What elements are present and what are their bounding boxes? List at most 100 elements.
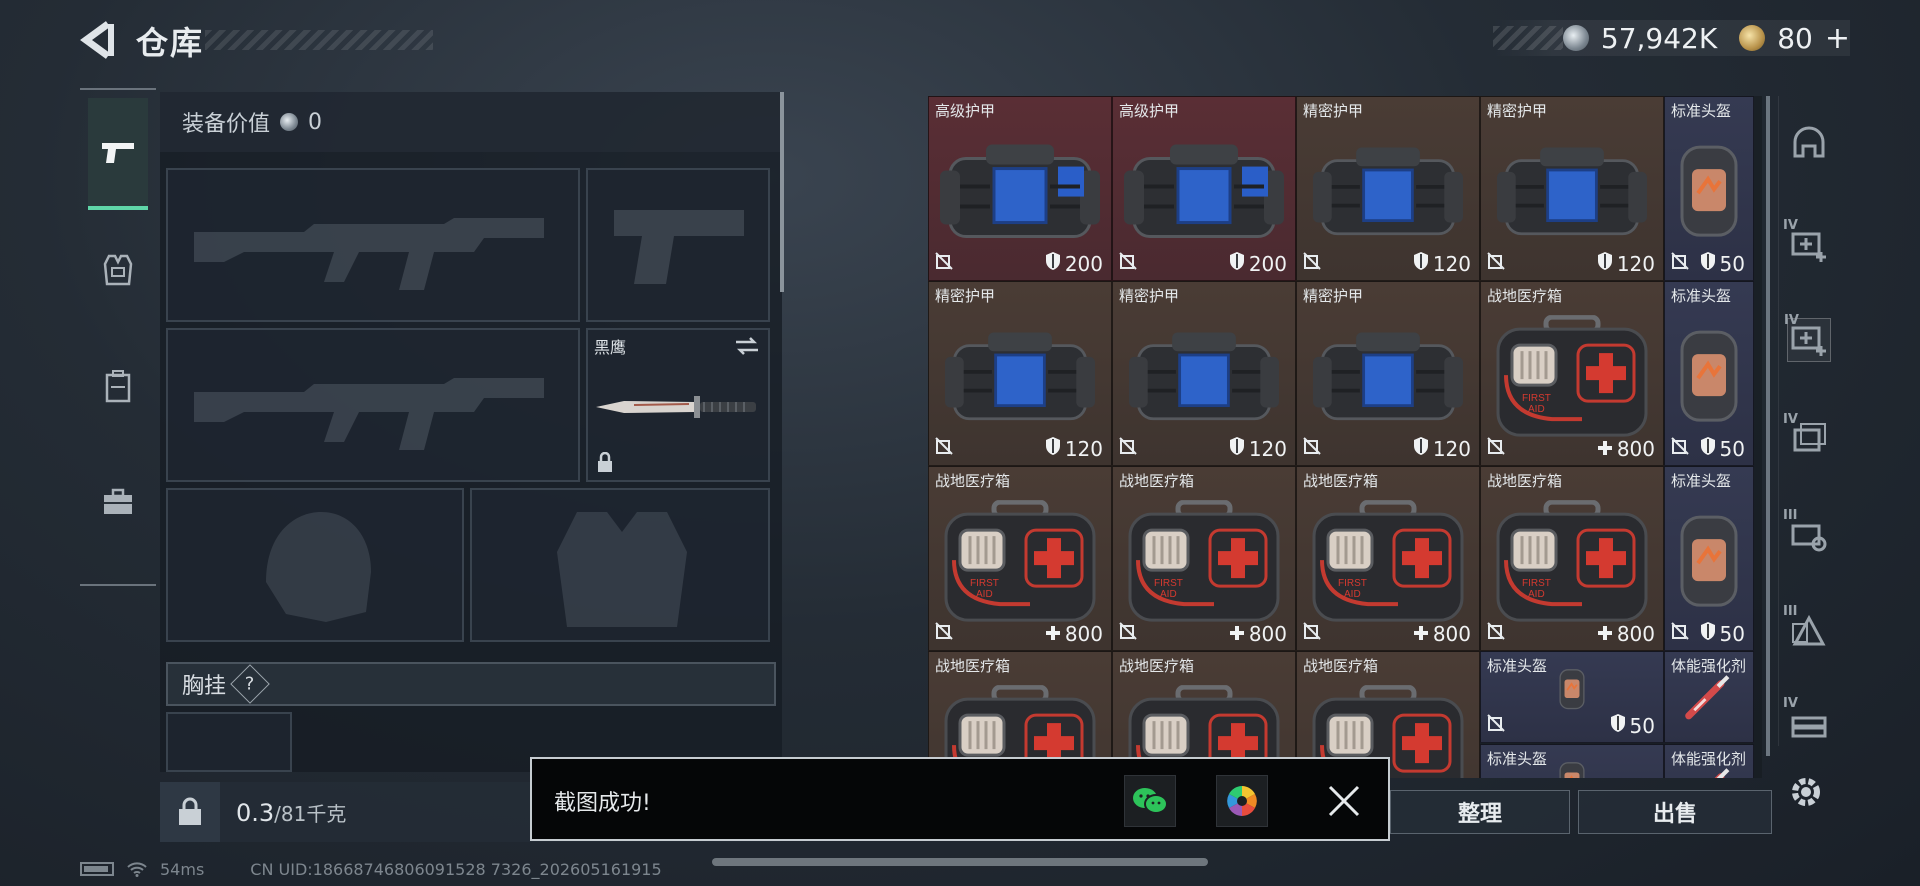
inventory-item[interactable]: 标准头盔 50 <box>1664 96 1754 281</box>
shield-icon <box>1413 437 1428 455</box>
equipment-value-row: 装备价值 0 <box>160 92 780 152</box>
item-image <box>1685 671 1734 723</box>
item-stat: 50 <box>1700 621 1745 646</box>
medkit-icon: FIRST AID <box>1128 499 1280 622</box>
currency-bar: 57,942K 80 + <box>1492 20 1850 56</box>
item-stat: 50 <box>1700 251 1745 276</box>
settings-button[interactable] <box>1786 772 1826 812</box>
weight-lock-button[interactable] <box>160 782 220 842</box>
nav-armor[interactable] <box>88 214 148 326</box>
filter-medkit-add-button[interactable]: IV <box>1783 218 1831 268</box>
nav-weapons[interactable] <box>88 98 148 210</box>
item-name: 标准头盔 <box>1671 102 1732 120</box>
item-stat: 800 <box>1229 622 1287 646</box>
tier-label: IV <box>1783 696 1798 711</box>
aperture-icon <box>1227 786 1257 816</box>
inventory-item[interactable]: 精密护甲 120 <box>1296 281 1480 466</box>
share-wechat-button[interactable] <box>1124 775 1176 827</box>
inventory-item[interactable]: 精密护甲 120 <box>928 281 1112 466</box>
inventory-item[interactable]: 战地医疗箱 FIRST AID 800 <box>1480 281 1664 466</box>
weight-icon <box>179 797 201 825</box>
filter-stack-button[interactable]: IV <box>1783 696 1831 746</box>
inventory-item[interactable]: 战地医疗箱 FIRST AID 800 <box>928 466 1112 651</box>
inventory-item[interactable]: 标准头盔 <box>1480 743 1664 778</box>
inventory-item[interactable]: 体能强化剂 <box>1664 651 1754 743</box>
filter-helmet-button[interactable] <box>1787 126 1831 170</box>
inventory-item[interactable]: 高级护甲 200 <box>928 96 1112 281</box>
help-icon: ? <box>245 673 255 695</box>
inventory-item[interactable]: 标准头盔 50 <box>1664 281 1754 466</box>
chest-rig-slot[interactable] <box>166 712 292 772</box>
back-button[interactable] <box>78 18 118 62</box>
filter-medkit-add-button[interactable]: IV <box>1784 313 1831 362</box>
inventory-item[interactable]: 战地医疗箱 FIRST AID 800 <box>1112 466 1296 651</box>
helmet-silhouette-icon <box>266 512 371 622</box>
filter-cards-button[interactable]: IV <box>1783 412 1831 462</box>
inventory-item[interactable]: 精密护甲 120 <box>1296 96 1480 281</box>
inventory-item[interactable]: 标准头盔 50 <box>1664 466 1754 651</box>
item-image <box>940 136 1100 250</box>
item-image: FIRST AID <box>1308 499 1468 628</box>
plus-icon <box>1413 622 1429 646</box>
pistol-silhouette-icon <box>614 210 744 284</box>
chest-rig-row[interactable]: 胸挂 ? <box>166 662 776 706</box>
filter-triangle-button[interactable]: III <box>1783 604 1831 654</box>
item-stat: 800 <box>1597 437 1655 461</box>
inventory-grid: 高级护甲 200 高级护甲 200 精密护甲 120 精密护甲 120 标准头盔… <box>928 96 1762 778</box>
item-image <box>1674 511 1744 615</box>
medkit-icon: FIRST AID <box>1312 499 1464 622</box>
inventory-item[interactable]: 标准头盔 50 <box>1480 651 1664 743</box>
inventory-item[interactable]: 战地医疗箱 FIRST AID 800 <box>1480 466 1664 651</box>
add-currency-button[interactable]: + <box>1825 21 1850 56</box>
close-toast-button[interactable] <box>1324 781 1364 821</box>
inventory-item[interactable]: 体能强化剂 <box>1664 743 1754 778</box>
item-image <box>945 321 1095 435</box>
item-stat: 200 <box>1045 251 1103 276</box>
no-insure-icon <box>1119 252 1137 270</box>
inventory-item[interactable]: 战地医疗箱 FIRST AID 800 <box>1296 466 1480 651</box>
inventory-item[interactable]: 高级护甲 200 <box>1112 96 1296 281</box>
ping-value: 54ms <box>160 859 205 879</box>
sidearm-slot[interactable] <box>586 168 770 322</box>
help-button[interactable]: ? <box>230 664 270 704</box>
plus-icon <box>1045 626 1060 640</box>
secondary-weapon-slot[interactable] <box>166 328 580 482</box>
item-stat-value: 120 <box>1432 436 1471 461</box>
home-indicator[interactable] <box>712 858 1208 866</box>
inventory-scrollbar[interactable] <box>1766 96 1770 756</box>
filter-key-button[interactable]: III <box>1783 508 1831 558</box>
item-stat-value: 120 <box>1064 436 1103 461</box>
item-stat-value: 120 <box>1432 251 1471 276</box>
svg-text:AID: AID <box>976 589 993 600</box>
armor-slot[interactable] <box>470 488 770 642</box>
melee-slot[interactable]: 黑鹰 <box>586 328 770 482</box>
item-stat-value: 120 <box>1248 436 1287 461</box>
swap-icon[interactable] <box>734 336 760 356</box>
no-insure-icon <box>1487 437 1505 455</box>
helmet-icon <box>1680 145 1738 237</box>
loadout-scrollbar[interactable] <box>780 92 784 292</box>
share-moments-button[interactable] <box>1216 775 1268 827</box>
sell-button[interactable]: 出售 <box>1578 790 1772 834</box>
item-name: 标准头盔 <box>1487 657 1548 675</box>
organize-button[interactable]: 整理 <box>1390 790 1570 834</box>
item-image <box>1557 760 1588 778</box>
uninsured-marker <box>1671 437 1689 459</box>
helmet-icon <box>1789 126 1829 170</box>
item-stat-value: 800 <box>1616 437 1655 461</box>
uninsured-marker <box>1487 714 1505 736</box>
no-insure-icon <box>1303 437 1321 455</box>
plus-icon <box>1045 622 1061 646</box>
item-stat-value: 50 <box>1719 436 1745 461</box>
helmet-slot[interactable] <box>166 488 464 642</box>
nav-backpack[interactable] <box>88 330 148 442</box>
knife-icon <box>596 396 756 418</box>
battery-icon <box>80 862 114 876</box>
inventory-item[interactable]: 精密护甲 120 <box>1480 96 1664 281</box>
shield-icon <box>1045 437 1060 455</box>
currency-decoration <box>1492 26 1563 50</box>
primary-weapon-slot[interactable] <box>166 168 580 322</box>
page-title: 仓库 <box>136 24 205 62</box>
inventory-item[interactable]: 精密护甲 120 <box>1112 281 1296 466</box>
nav-supplies[interactable] <box>88 446 148 558</box>
